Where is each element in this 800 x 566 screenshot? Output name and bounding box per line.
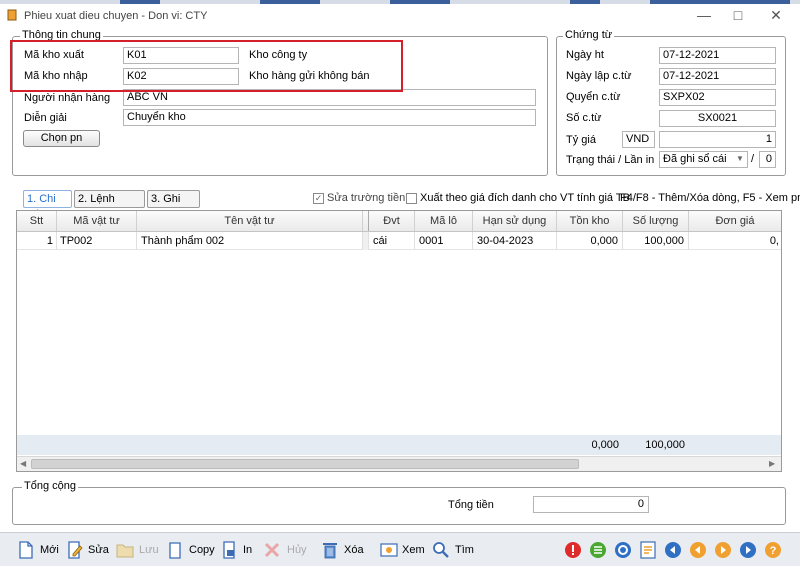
ty-gia-input[interactable]: 1 bbox=[659, 131, 776, 148]
cell-ma-lo[interactable]: 0001 bbox=[415, 232, 473, 250]
trang-thai-value: Đã ghi sổ cái bbox=[663, 153, 727, 165]
save-button: Lưu bbox=[139, 544, 159, 556]
trang-thai-label: Trạng thái / Lần in bbox=[566, 154, 655, 166]
maximize-icon[interactable]: □ bbox=[728, 6, 748, 24]
quyen-label: Quyển c.từ bbox=[566, 91, 621, 103]
next-record-icon[interactable] bbox=[714, 541, 732, 559]
dien-giai-label: Diễn giải bbox=[24, 112, 67, 124]
nguoi-nhan-label: Người nhận hàng bbox=[24, 92, 111, 104]
window-title: Phieu xuat dieu chuyen - Don vi: CTY bbox=[24, 10, 208, 22]
col-so-luong[interactable]: Số lượng bbox=[623, 211, 689, 231]
cell-han-su-dung[interactable]: 30-04-2023 bbox=[473, 232, 557, 250]
lan-in-input[interactable]: 0 bbox=[759, 151, 776, 168]
ngay-lap-label: Ngày lập c.từ bbox=[566, 70, 632, 82]
sua-truong-tien-checkbox[interactable]: ✓ bbox=[313, 193, 324, 204]
tong-tien-label: Tổng tiền bbox=[448, 499, 494, 511]
chon-pn-button[interactable]: Chọn pn bbox=[23, 130, 100, 147]
app-icon bbox=[7, 9, 17, 21]
tong-tien-input: 0 bbox=[533, 496, 649, 513]
bottom-toolbar: Mới Sửa Lưu Copy In Hủy Xóa Xem Tìm ? bbox=[0, 532, 800, 566]
view-button[interactable]: Xem bbox=[402, 538, 425, 562]
view-icon[interactable] bbox=[380, 541, 398, 559]
list-icon[interactable] bbox=[589, 541, 607, 559]
folder-save-icon bbox=[116, 544, 134, 558]
col-ma-lo[interactable]: Mã lô bbox=[415, 211, 473, 231]
alert-icon[interactable] bbox=[564, 541, 582, 559]
print-button[interactable]: In bbox=[243, 538, 252, 562]
minimize-icon[interactable]: — bbox=[694, 6, 714, 24]
ty-gia-label: Tỷ giá bbox=[566, 134, 596, 146]
shortcut-hint: F4/F8 - Thêm/Xóa dòng, F5 - Xem pn bbox=[620, 192, 800, 204]
so-ct-input[interactable]: SX0021 bbox=[659, 110, 776, 127]
tab-lenh-dd-hd[interactable]: 2. Lệnh đđ/hđ bbox=[74, 190, 145, 221]
voucher-legend: Chứng từ bbox=[563, 29, 615, 41]
cell-dvt[interactable]: cái bbox=[369, 232, 415, 250]
scroll-right-icon[interactable]: ▶ bbox=[769, 459, 775, 468]
scroll-left-icon[interactable]: ◀ bbox=[20, 459, 26, 468]
currency-input[interactable]: VND bbox=[622, 131, 655, 148]
table-row[interactable]: 1 TP002 Thành phẩm 002 cái 0001 30-04-20… bbox=[17, 232, 781, 250]
gear-icon[interactable] bbox=[614, 541, 632, 559]
xuat-theo-gia-checkbox[interactable] bbox=[406, 193, 417, 204]
cancel-x-icon bbox=[264, 542, 280, 558]
delete-button[interactable]: Xóa bbox=[344, 538, 364, 562]
first-record-icon[interactable] bbox=[664, 541, 682, 559]
cell-ma-vat-tu[interactable]: TP002 bbox=[57, 232, 137, 250]
cancel-button: Hủy bbox=[287, 544, 307, 556]
new-document-icon[interactable] bbox=[17, 541, 35, 559]
cell-ten-vat-tu[interactable]: Thành phẩm 002 bbox=[137, 232, 363, 250]
highlight-box bbox=[10, 40, 403, 92]
grid-header: Stt Mã vật tư Tên vật tư Đvt Mã lô Hạn s… bbox=[17, 211, 781, 232]
search-icon[interactable] bbox=[432, 541, 450, 559]
help-icon[interactable]: ? bbox=[764, 541, 782, 559]
trang-thai-select[interactable]: Đã ghi sổ cái bbox=[659, 151, 748, 168]
slash-separator: / bbox=[751, 153, 755, 165]
total-ton-kho: 0,000 bbox=[591, 439, 619, 451]
trash-icon[interactable] bbox=[321, 541, 339, 559]
col-ten-vat-tu[interactable]: Tên vật tư bbox=[137, 211, 363, 231]
ngay-ht-label: Ngày ht bbox=[566, 49, 604, 61]
horizontal-scrollbar[interactable]: ◀ ▶ bbox=[17, 456, 781, 471]
edit-button[interactable]: Sửa bbox=[88, 538, 109, 562]
col-dvt[interactable]: Đvt bbox=[369, 211, 415, 231]
col-stt[interactable]: Stt bbox=[17, 211, 57, 231]
tab-ghi-chu[interactable]: 3. Ghi chú bbox=[147, 190, 200, 221]
close-icon[interactable]: ✕ bbox=[766, 6, 786, 24]
col-ton-kho[interactable]: Tồn kho bbox=[557, 211, 623, 231]
total-so-luong: 100,000 bbox=[645, 439, 685, 451]
cell-don-gia[interactable]: 0, bbox=[689, 232, 781, 250]
ngay-ht-input[interactable]: 07-12-2021 bbox=[659, 47, 776, 64]
cell-ton-kho: 0,000 bbox=[557, 232, 623, 250]
xuat-theo-gia-label: Xuất theo giá đích danh cho VT tính giá … bbox=[420, 192, 630, 204]
dien-giai-input[interactable]: Chuyển kho bbox=[123, 109, 536, 126]
col-don-gia[interactable]: Đơn giá bbox=[689, 211, 781, 231]
report-icon[interactable] bbox=[639, 541, 657, 559]
ngay-lap-input[interactable]: 07-12-2021 bbox=[659, 68, 776, 85]
new-button[interactable]: Mới bbox=[40, 538, 59, 562]
tab-chi-tiet[interactable]: 1. Chi tiết bbox=[23, 190, 72, 221]
scroll-thumb[interactable] bbox=[31, 459, 579, 469]
edit-icon[interactable] bbox=[66, 541, 84, 559]
cell-stt: 1 bbox=[17, 232, 57, 250]
last-record-icon[interactable] bbox=[739, 541, 757, 559]
col-han-su-dung[interactable]: Hạn sử dụng bbox=[473, 211, 557, 231]
summary-legend: Tổng cộng bbox=[22, 480, 78, 492]
cell-so-luong[interactable]: 100,000 bbox=[623, 232, 689, 250]
svg-text:?: ? bbox=[770, 545, 777, 557]
copy-button[interactable]: Copy bbox=[189, 538, 215, 562]
so-ct-label: Số c.từ bbox=[566, 112, 602, 124]
grid-total-row: 0,000 100,000 bbox=[17, 435, 781, 455]
summary-group bbox=[12, 487, 786, 525]
chevron-down-icon[interactable]: ▼ bbox=[736, 154, 744, 163]
col-ma-vat-tu[interactable]: Mã vật tư bbox=[57, 211, 137, 231]
sua-truong-tien-label: Sửa trường tiền bbox=[327, 192, 406, 204]
quyen-input[interactable]: SXPX02 bbox=[659, 89, 776, 106]
detail-grid: Stt Mã vật tư Tên vật tư Đvt Mã lô Hạn s… bbox=[16, 210, 782, 472]
prev-record-icon[interactable] bbox=[689, 541, 707, 559]
copy-icon[interactable] bbox=[167, 541, 185, 559]
print-icon[interactable] bbox=[221, 541, 239, 559]
find-button[interactable]: Tìm bbox=[455, 538, 474, 562]
